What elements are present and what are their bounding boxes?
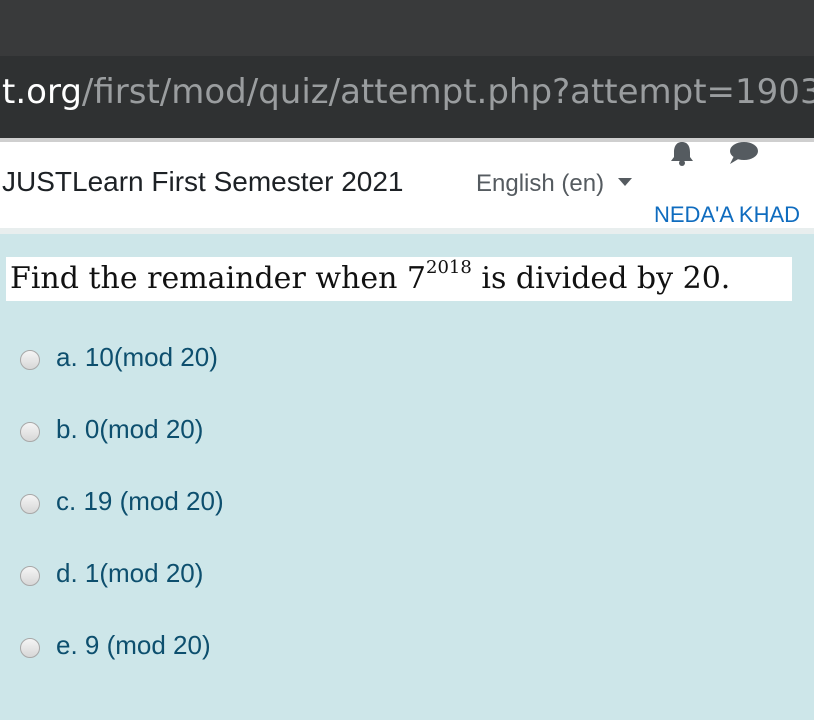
question-exponent: 2018	[426, 257, 472, 278]
bell-icon[interactable]	[668, 142, 696, 166]
radio-button[interactable]	[20, 566, 40, 586]
chat-icon[interactable]	[728, 142, 758, 164]
radio-button[interactable]	[20, 350, 40, 370]
header-divider	[0, 228, 814, 234]
answer-label[interactable]: b. 0(mod 20)	[56, 414, 203, 445]
language-label: English (en)	[476, 170, 605, 197]
user-menu[interactable]: NEDA'A KHAD	[654, 202, 800, 228]
browser-top-bar	[0, 0, 814, 56]
answer-label[interactable]: a. 10(mod 20)	[56, 342, 218, 373]
radio-button[interactable]	[20, 638, 40, 658]
url-domain: t.org	[2, 72, 82, 112]
answer-label[interactable]: c. 19 (mod 20)	[56, 486, 224, 517]
answer-label[interactable]: e. 9 (mod 20)	[56, 630, 211, 661]
question-text-before: Find the remainder when 7	[10, 261, 427, 296]
question-box: Find the remainder when 72018 is divided…	[6, 257, 792, 301]
url-text[interactable]: t.org/first/mod/quiz/attempt.php?attempt…	[2, 72, 814, 112]
url-path: /first/mod/quiz/attempt.php?attempt=1903…	[81, 72, 814, 112]
radio-button[interactable]	[20, 494, 40, 514]
language-menu[interactable]: English (en)	[476, 170, 633, 198]
answer-label[interactable]: d. 1(mod 20)	[56, 558, 203, 589]
question-text: Find the remainder when 72018 is divided…	[10, 257, 731, 296]
radio-button[interactable]	[20, 422, 40, 442]
question-text-after: is divided by 20.	[471, 261, 731, 296]
address-bar[interactable]: t.org/first/mod/quiz/attempt.php?attempt…	[0, 56, 814, 138]
site-header: JUSTLearn First Semester 2021 English (e…	[0, 142, 814, 228]
chevron-down-icon	[618, 177, 633, 186]
site-name[interactable]: JUSTLearn First Semester 2021	[2, 166, 404, 198]
